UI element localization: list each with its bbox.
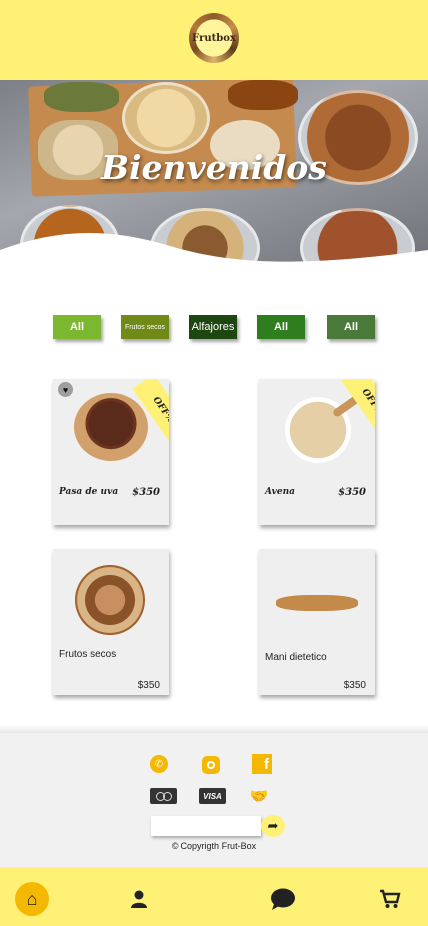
instagram-icon[interactable] [202, 756, 220, 774]
product-card-mani-dietetico[interactable]: Mani dietetico $350 [259, 549, 375, 695]
peanuts-image [276, 595, 358, 611]
frutbox-logo[interactable]: Frutbox [189, 13, 239, 63]
handshake-icon: 🤝 [249, 788, 269, 805]
app-page: Frutbox Bienvenidos All Frutos secos Alf… [0, 0, 428, 926]
pumpkin-seeds-image [44, 82, 119, 112]
product-name: Pasa de uva [59, 487, 119, 497]
copyright-icon: © [171, 841, 179, 851]
product-card-avena[interactable]: OFF% Avena $350 [259, 379, 375, 525]
product-price: $350 [132, 487, 160, 498]
footer-divider [0, 725, 428, 733]
user-icon[interactable] [122, 882, 156, 916]
chat-icon[interactable] [266, 882, 300, 916]
hero-wave-divider [0, 232, 428, 278]
mixed-nuts-image [75, 565, 145, 635]
copyright-text: © Copyrigth Frut-Box [0, 841, 428, 851]
cart-icon[interactable] [373, 882, 407, 916]
newsletter-input[interactable] [151, 816, 261, 836]
product-name: Frutos secos [59, 649, 117, 660]
hero-title: Bienvenidos [101, 148, 327, 187]
raisins-image [74, 393, 148, 461]
copyright-label: Copyrigth Frut-Box [180, 841, 257, 851]
category-filters: All Frutos secos Alfajores All All [0, 315, 428, 339]
visa-icon: VISA [199, 788, 226, 804]
send-button[interactable]: ➦ [261, 815, 285, 837]
home-icon[interactable]: ⌂ [15, 882, 49, 916]
product-name: Mani dietetico [265, 652, 327, 663]
filter-alfajores-button[interactable]: Alfajores [189, 315, 237, 339]
facebook-icon[interactable]: f [252, 754, 272, 774]
top-header: Frutbox [0, 0, 428, 80]
product-card-frutos-secos[interactable]: Frutos secos $350 [53, 549, 169, 695]
heart-icon[interactable]: ♥ [58, 382, 73, 397]
filter-all-button[interactable]: All [53, 315, 101, 339]
whatsapp-icon[interactable]: ✆ [150, 755, 168, 773]
product-price: $350 [137, 680, 160, 691]
pecans-image [228, 80, 298, 110]
mastercard-icon [150, 788, 177, 804]
filter-frutos-secos-button[interactable]: Frutos secos [121, 315, 169, 339]
filter-all-button-3[interactable]: All [327, 315, 375, 339]
logo-text: Frutbox [192, 32, 236, 44]
footer: ✆ f VISA 🤝 ➦ © Copyrigth Frut-Box [0, 733, 428, 867]
product-card-pasa-de-uva[interactable]: ♥ OFF% Pasa de uva $350 [53, 379, 169, 525]
product-name: Avena [265, 487, 295, 497]
product-price: $350 [343, 680, 366, 691]
product-price: $350 [338, 487, 366, 498]
pine-nuts-bowl-image [122, 82, 210, 154]
filter-all-button-2[interactable]: All [257, 315, 305, 339]
bottom-navigation: ⌂ [0, 867, 428, 926]
